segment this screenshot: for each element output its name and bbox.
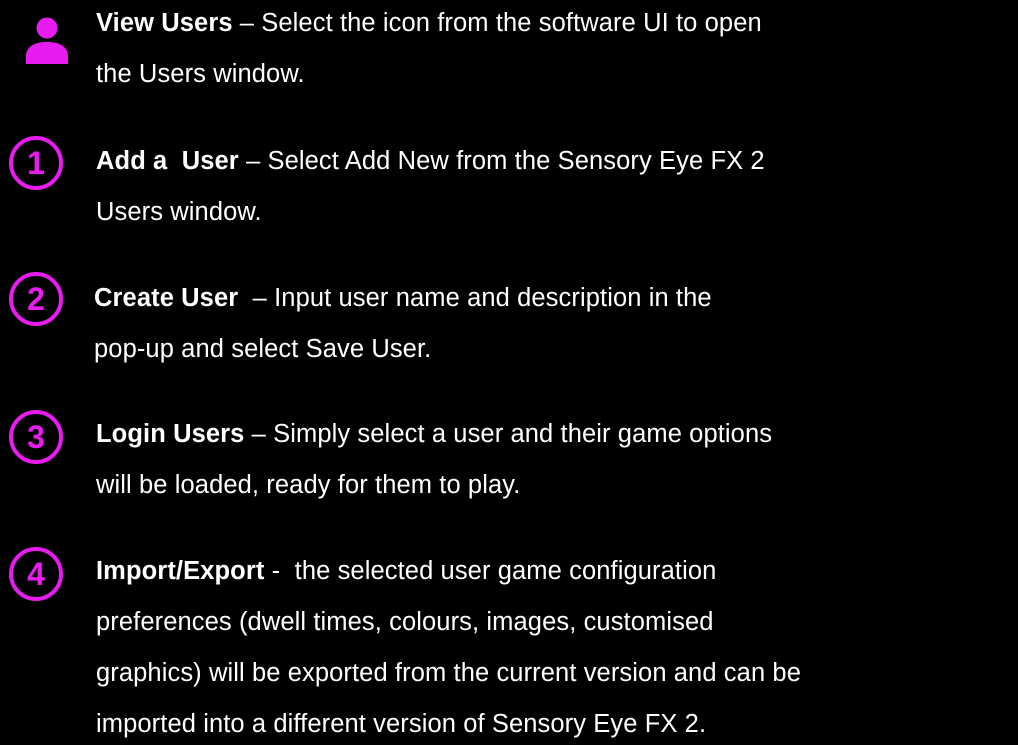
user-icon [26, 17, 68, 64]
step-description: Simply select a user and their game opti… [273, 420, 773, 448]
step-number-badge: 1 [9, 136, 63, 190]
step-text-line4: imported into a different version of Sen… [96, 710, 707, 738]
step-text-line1: Add a User – Select Add New from the Sen… [96, 140, 765, 182]
step-title: Import/Export [96, 557, 265, 585]
step-text-line1: Create User – Input user name and descri… [94, 277, 712, 319]
step-text-line3: graphics) will be exported from the curr… [96, 659, 801, 687]
step-separator: – [238, 147, 268, 175]
step-separator: – [232, 9, 262, 37]
step-text-line2: the Users window. [96, 60, 305, 88]
step-text-line1: View Users – Select the icon from the so… [96, 2, 762, 44]
step-text-line1: Login Users – Simply select a user and t… [96, 413, 772, 455]
step-title: Login Users [96, 420, 245, 448]
step-text-line1: Import/Export - the selected user game c… [96, 550, 716, 592]
step-number-badge: 4 [9, 547, 63, 601]
step-description: Select the icon from the software UI to … [261, 9, 762, 37]
step-separator: – [238, 284, 275, 312]
step-description: Select Add New from the Sensory Eye FX 2 [267, 147, 765, 175]
step-number-badge: 3 [9, 410, 63, 464]
step-text-line2: Users window. [96, 198, 262, 226]
step-description: Input user name and description in the [274, 284, 712, 312]
step-description: the selected user game configuration [294, 557, 717, 585]
step-title: Create User [94, 284, 239, 312]
step-separator: - [264, 557, 295, 585]
step-number-badge: 2 [9, 272, 63, 326]
step-text-line2: will be loaded, ready for them to play. [96, 471, 521, 499]
step-text-line2: pop-up and select Save User. [94, 335, 432, 363]
step-title: View Users [96, 9, 233, 37]
step-text-line2: preferences (dwell times, colours, image… [96, 608, 714, 636]
step-title: Add a User [96, 147, 239, 175]
step-separator: – [244, 420, 274, 448]
